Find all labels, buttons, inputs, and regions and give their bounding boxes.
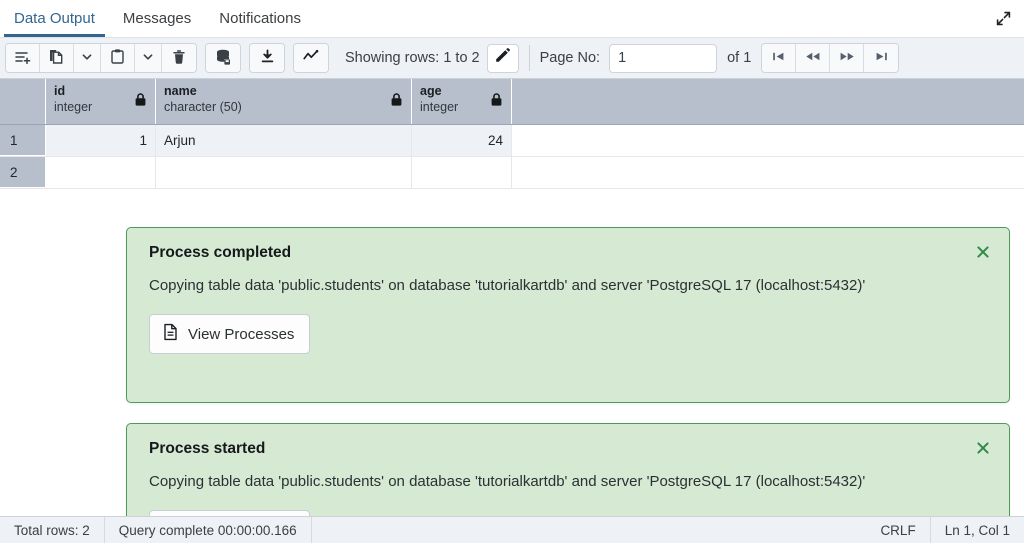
- toast-process-started: Process started Copying table data 'publ…: [126, 423, 1010, 516]
- toast-title: Process completed: [149, 244, 991, 262]
- lock-icon: [490, 92, 503, 112]
- row-number-header: [0, 79, 46, 124]
- lock-icon: [134, 92, 147, 112]
- column-header-id[interactable]: id integer: [46, 79, 156, 124]
- file-document-icon: [162, 323, 179, 345]
- expand-diagonal-icon[interactable]: [990, 6, 1016, 32]
- column-name-age: age: [420, 83, 458, 99]
- graph-visualiser-button[interactable]: [294, 44, 328, 72]
- cell-age[interactable]: [412, 157, 512, 188]
- chevron-down-icon: [81, 51, 93, 66]
- table-row[interactable]: 2: [0, 157, 1024, 189]
- download-button-group: [249, 43, 285, 73]
- graph-button-group: [293, 43, 329, 73]
- edit-button-group: [5, 43, 197, 73]
- toast-message: Copying table data 'public.students' on …: [149, 274, 869, 297]
- toast-message: Copying table data 'public.students' on …: [149, 470, 869, 493]
- results-grid: id integer name character (50): [0, 79, 1024, 516]
- tab-data-output-label: Data Output: [14, 10, 95, 27]
- close-icon[interactable]: [971, 240, 995, 264]
- line-ending-status: CRLF: [866, 517, 930, 543]
- paste-options-dropdown[interactable]: [135, 44, 162, 72]
- panel-tabbar: Data Output Messages Notifications: [0, 0, 1024, 38]
- lock-icon: [390, 92, 403, 112]
- column-header-age[interactable]: age integer: [412, 79, 512, 124]
- view-processes-button[interactable]: View Processes: [149, 314, 310, 354]
- trash-icon: [171, 49, 187, 68]
- tab-messages-label: Messages: [123, 10, 191, 27]
- next-page-button[interactable]: [830, 44, 864, 72]
- previous-page-icon: [803, 50, 823, 66]
- edit-rows-count-button[interactable]: [487, 44, 519, 73]
- toast-title: Process started: [149, 440, 991, 458]
- page-count-label: of 1: [727, 50, 751, 66]
- column-type-name: character (50): [164, 99, 242, 115]
- tab-data-output[interactable]: Data Output: [0, 0, 109, 37]
- copy-button[interactable]: [40, 44, 74, 72]
- chevron-down-icon: [142, 51, 154, 66]
- results-toolbar: Showing rows: 1 to 2 Page No: of 1: [0, 38, 1024, 79]
- paste-button[interactable]: [101, 44, 135, 72]
- copy-icon: [48, 48, 65, 68]
- cell-name[interactable]: Arjun: [156, 125, 412, 156]
- first-page-button[interactable]: [762, 44, 796, 72]
- cell-age[interactable]: 24: [412, 125, 512, 156]
- first-page-icon: [770, 50, 788, 66]
- column-type-age: integer: [420, 99, 458, 115]
- pagination-group: [761, 43, 899, 73]
- total-rows-status: Total rows: 2: [0, 517, 105, 543]
- query-status: Query complete 00:00:00.166: [105, 517, 312, 543]
- clipboard-paste-icon: [109, 48, 126, 68]
- tab-notifications-label: Notifications: [219, 10, 301, 27]
- page-no-label: Page No:: [540, 50, 600, 66]
- toast-process-completed: Process completed Copying table data 'pu…: [126, 227, 1010, 403]
- tab-messages[interactable]: Messages: [109, 0, 205, 37]
- previous-page-button[interactable]: [796, 44, 830, 72]
- table-row[interactable]: 1 1 Arjun 24: [0, 125, 1024, 157]
- database-save-icon: [214, 48, 232, 69]
- save-data-changes-button[interactable]: [206, 44, 240, 72]
- column-type-id: integer: [54, 99, 92, 115]
- view-processes-label: View Processes: [188, 326, 294, 343]
- cell-id[interactable]: [46, 157, 156, 188]
- add-row-button[interactable]: [6, 44, 40, 72]
- delete-row-button[interactable]: [162, 44, 196, 72]
- cell-id[interactable]: 1: [46, 125, 156, 156]
- copy-options-dropdown[interactable]: [74, 44, 101, 72]
- download-results-button[interactable]: [250, 44, 284, 72]
- toolbar-separator: [529, 45, 530, 71]
- page-no-input[interactable]: [609, 44, 717, 73]
- status-bar: Total rows: 2 Query complete 00:00:00.16…: [0, 516, 1024, 543]
- line-graph-icon: [302, 47, 321, 69]
- column-name-name: name: [164, 83, 242, 99]
- notification-stack: Process completed Copying table data 'pu…: [126, 227, 1010, 516]
- row-number: 1: [0, 125, 46, 156]
- cell-name[interactable]: [156, 157, 412, 188]
- close-icon[interactable]: [971, 436, 995, 460]
- last-page-button[interactable]: [864, 44, 898, 72]
- last-page-icon: [872, 50, 890, 66]
- add-row-icon: [14, 48, 32, 69]
- grid-header-row: id integer name character (50): [0, 79, 1024, 125]
- cursor-position-status: Ln 1, Col 1: [931, 517, 1024, 543]
- save-button-group: [205, 43, 241, 73]
- showing-rows-label: Showing rows: 1 to 2: [345, 50, 480, 66]
- download-icon: [259, 48, 276, 68]
- column-name-id: id: [54, 83, 92, 99]
- column-header-name[interactable]: name character (50): [156, 79, 412, 124]
- tab-notifications[interactable]: Notifications: [205, 0, 315, 37]
- data-output-panel: Data Output Messages Notifications: [0, 0, 1024, 543]
- next-page-icon: [837, 50, 857, 66]
- pencil-icon: [494, 47, 511, 69]
- row-number: 2: [0, 157, 46, 188]
